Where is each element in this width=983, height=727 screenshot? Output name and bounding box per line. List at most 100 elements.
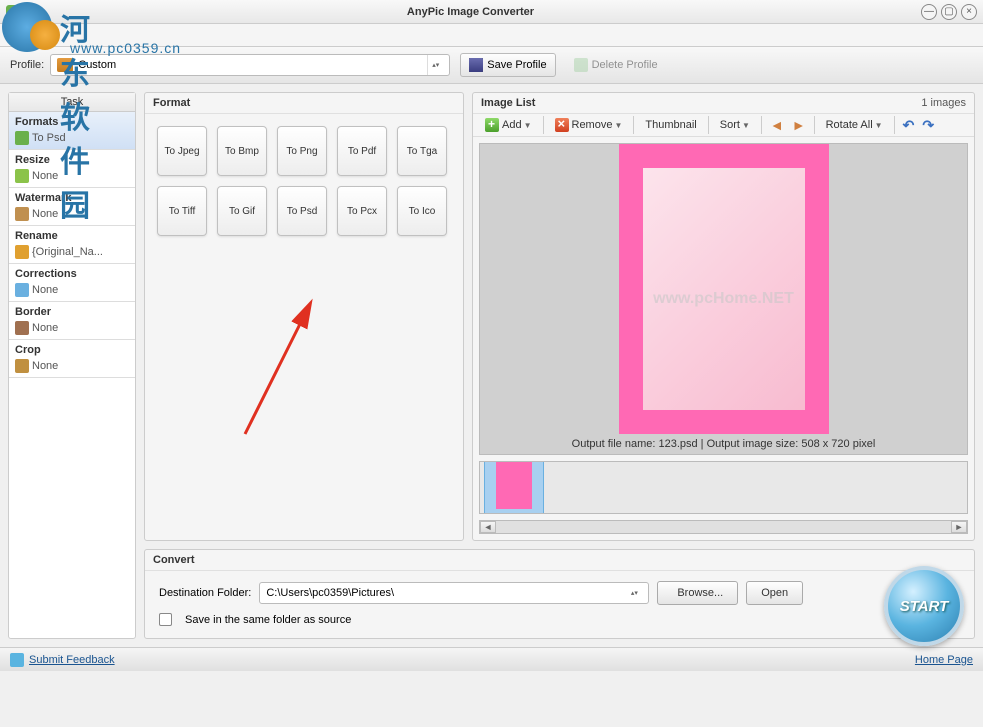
sidebar-item-title: Rename bbox=[15, 230, 129, 242]
profile-select[interactable]: Custom ▴▾ bbox=[50, 54, 450, 76]
delete-icon bbox=[574, 58, 588, 72]
task-header: Task bbox=[9, 93, 135, 112]
start-button[interactable]: START bbox=[884, 566, 964, 646]
save-icon bbox=[469, 58, 483, 72]
convert-header: Convert bbox=[145, 550, 974, 571]
statusbar: Submit Feedback Home Page bbox=[0, 647, 983, 671]
format-button-to-bmp[interactable]: To Bmp bbox=[217, 126, 267, 176]
sidebar-item-watermark[interactable]: Watermark None bbox=[9, 188, 135, 226]
plus-icon bbox=[485, 118, 499, 132]
close-button[interactable]: × bbox=[961, 4, 977, 20]
thumbnail-item[interactable]: 123.bmp bbox=[484, 461, 544, 514]
window-title: AnyPic Image Converter bbox=[24, 6, 917, 18]
sidebar-item-value: {Original_Na... bbox=[15, 245, 129, 259]
add-button[interactable]: Add▼ bbox=[479, 114, 538, 136]
menu-file[interactable]: File bbox=[6, 29, 24, 41]
thumbnail-image bbox=[496, 461, 532, 509]
delete-profile-button: Delete Profile bbox=[566, 53, 666, 77]
format-button-to-pdf[interactable]: To Pdf bbox=[337, 126, 387, 176]
chevron-down-icon[interactable]: ▼ bbox=[875, 121, 883, 130]
destination-label: Destination Folder: bbox=[159, 587, 251, 599]
format-panel: Format To JpegTo BmpTo PngTo PdfTo TgaTo… bbox=[144, 92, 464, 541]
sidebar-item-icon bbox=[15, 131, 29, 145]
preview-caption: Output file name: 123.psd | Output image… bbox=[480, 434, 967, 454]
destination-input[interactable]: C:\Users\pc0359\Pictures\ ▴▾ bbox=[259, 582, 649, 604]
horizontal-scrollbar[interactable]: ◄ ► bbox=[479, 520, 968, 534]
same-folder-checkbox[interactable] bbox=[159, 613, 172, 626]
sidebar-item-value: None bbox=[15, 169, 129, 183]
same-folder-label: Save in the same folder as source bbox=[185, 614, 351, 626]
image-list-toolbar: Add▼ Remove▼ Thumbnail Sort▼ ◄ ► Rotate … bbox=[473, 114, 974, 137]
sidebar-item-value: None bbox=[15, 207, 129, 221]
chevron-down-icon[interactable]: ▼ bbox=[524, 121, 532, 130]
app-icon bbox=[6, 5, 20, 19]
sidebar-item-icon bbox=[15, 321, 29, 335]
minimize-button[interactable]: — bbox=[921, 4, 937, 20]
sidebar-item-icon bbox=[15, 245, 29, 259]
format-button-to-gif[interactable]: To Gif bbox=[217, 186, 267, 236]
rotate-right-button[interactable]: ↷ bbox=[919, 117, 937, 134]
sidebar-item-formats[interactable]: FormatsTo Psd bbox=[9, 112, 135, 150]
preview-area: www.pcHome.NET Output file name: 123.psd… bbox=[479, 143, 968, 455]
sidebar-item-icon bbox=[15, 359, 29, 373]
sidebar-item-title: Border bbox=[15, 306, 129, 318]
annotation-arrow bbox=[235, 294, 325, 447]
sidebar-item-rename[interactable]: Rename {Original_Na... bbox=[9, 226, 135, 264]
maximize-button[interactable]: ▢ bbox=[941, 4, 957, 20]
sort-button[interactable]: Sort▼ bbox=[714, 114, 756, 136]
sidebar-item-title: Resize bbox=[15, 154, 129, 166]
sidebar-item-icon bbox=[15, 207, 29, 221]
feedback-icon bbox=[10, 653, 24, 667]
image-list-panel: Image List 1 images Add▼ Remove▼ Thumbna… bbox=[472, 92, 975, 541]
profile-label: Profile: bbox=[10, 59, 44, 71]
sidebar-item-icon bbox=[15, 283, 29, 297]
sidebar-item-crop[interactable]: Crop None bbox=[9, 340, 135, 378]
profile-stepper-icon[interactable]: ▴▾ bbox=[427, 55, 443, 75]
destination-stepper-icon[interactable]: ▴▾ bbox=[626, 589, 642, 597]
home-page-link[interactable]: Home Page bbox=[915, 654, 973, 666]
format-button-to-tga[interactable]: To Tga bbox=[397, 126, 447, 176]
format-button-to-ico[interactable]: To Ico bbox=[397, 186, 447, 236]
menubar: File Help bbox=[0, 24, 983, 46]
image-count: 1 images bbox=[921, 97, 966, 109]
sidebar-item-value: To Psd bbox=[15, 131, 129, 145]
save-profile-button[interactable]: Save Profile bbox=[460, 53, 555, 77]
format-button-to-jpeg[interactable]: To Jpeg bbox=[157, 126, 207, 176]
chevron-down-icon[interactable]: ▼ bbox=[742, 121, 750, 130]
thumbnail-button[interactable]: Thumbnail bbox=[639, 114, 702, 136]
menu-help[interactable]: Help bbox=[34, 29, 57, 41]
format-button-to-pcx[interactable]: To Pcx bbox=[337, 186, 387, 236]
format-button-to-tiff[interactable]: To Tiff bbox=[157, 186, 207, 236]
sidebar-item-value: None bbox=[15, 359, 129, 373]
sidebar-item-icon bbox=[15, 169, 29, 183]
x-icon bbox=[555, 118, 569, 132]
browse-button[interactable]: Browse... bbox=[657, 581, 738, 605]
preview-image bbox=[480, 144, 967, 434]
sidebar-item-title: Watermark bbox=[15, 192, 129, 204]
rotate-left-button[interactable]: ↶ bbox=[900, 117, 918, 134]
rotate-all-button[interactable]: Rotate All▼ bbox=[820, 114, 889, 136]
sidebar-item-title: Crop bbox=[15, 344, 129, 356]
thumbnail-name: 123.bmp bbox=[496, 512, 531, 515]
sidebar-item-resize[interactable]: Resize None bbox=[9, 150, 135, 188]
titlebar: AnyPic Image Converter — ▢ × bbox=[0, 0, 983, 24]
open-button[interactable]: Open bbox=[746, 581, 803, 605]
submit-feedback-link[interactable]: Submit Feedback bbox=[29, 654, 115, 666]
convert-panel: Convert Destination Folder: C:\Users\pc0… bbox=[144, 549, 975, 639]
sidebar-item-title: Corrections bbox=[15, 268, 129, 280]
sidebar-item-border[interactable]: BorderNone bbox=[9, 302, 135, 340]
scroll-left-button[interactable]: ◄ bbox=[480, 521, 496, 533]
format-button-to-png[interactable]: To Png bbox=[277, 126, 327, 176]
profile-value: Custom bbox=[78, 59, 116, 71]
next-image-button[interactable]: ► bbox=[789, 117, 809, 133]
scroll-right-button[interactable]: ► bbox=[951, 521, 967, 533]
chevron-down-icon[interactable]: ▼ bbox=[614, 121, 622, 130]
image-list-header: Image List 1 images bbox=[473, 93, 974, 114]
sidebar-item-corrections[interactable]: Corrections None bbox=[9, 264, 135, 302]
format-button-to-psd[interactable]: To Psd bbox=[277, 186, 327, 236]
remove-button[interactable]: Remove▼ bbox=[549, 114, 629, 136]
profile-toolbar: Profile: Custom ▴▾ Save Profile Delete P… bbox=[0, 46, 983, 84]
thumbnail-strip: 123.bmp bbox=[479, 461, 968, 514]
prev-image-button[interactable]: ◄ bbox=[767, 117, 787, 133]
sidebar-item-value: None bbox=[15, 283, 129, 297]
